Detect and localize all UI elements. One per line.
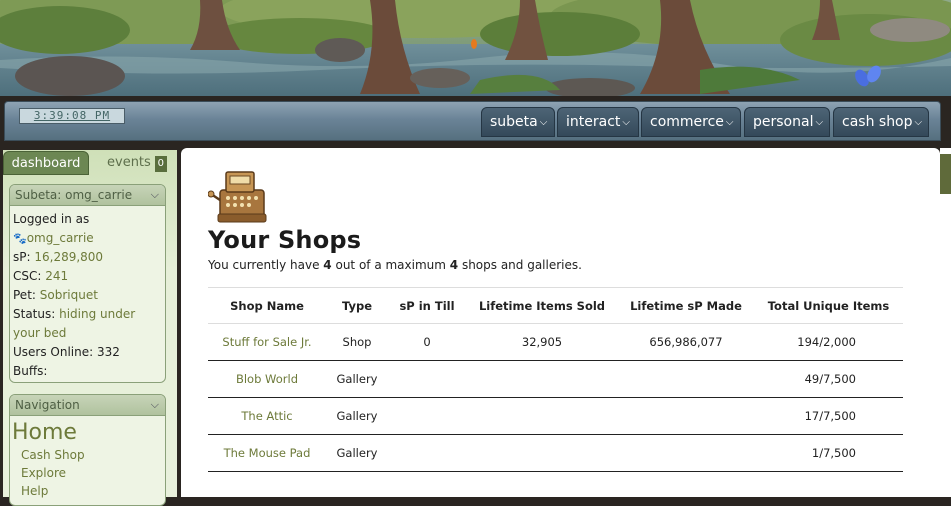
tab-events-label: events bbox=[107, 155, 151, 170]
menu-interact-label: interact bbox=[566, 114, 621, 130]
shops-table: Shop Name Type sP in Till Lifetime Items… bbox=[208, 287, 903, 472]
column-header-total-unique-items: Total Unique Items bbox=[754, 287, 903, 324]
total-unique-items: 49/7,500 bbox=[754, 360, 903, 398]
nav-link-cash-shop[interactable]: Cash Shop bbox=[10, 446, 165, 464]
pet-link[interactable]: Sobriquet bbox=[40, 288, 98, 302]
chevron-down-icon[interactable]: ⌵ bbox=[151, 395, 159, 415]
pet-label: Pet: bbox=[13, 288, 36, 302]
chevron-down-icon: ⌵ bbox=[914, 117, 923, 128]
summary-prefix: You currently have bbox=[208, 258, 324, 272]
menu-cash-shop-label: cash shop bbox=[842, 114, 913, 130]
nav-link-help[interactable]: Help bbox=[10, 482, 165, 500]
main-content: Your Shops You currently have 4 out of a… bbox=[181, 148, 940, 497]
table-row: The Mouse Pad Gallery 1/7,500 bbox=[208, 434, 903, 472]
table-row: Stuff for Sale Jr. Shop 0 32,905 656,986… bbox=[208, 323, 903, 361]
header-banner bbox=[0, 0, 951, 96]
top-navigation-bar: 3:39:08 PM subeta ⌵ interact ⌵ commerce ⌵ p… bbox=[4, 101, 941, 141]
menu-personal-label: personal bbox=[753, 114, 814, 130]
lifetime-sp-made: 656,986,077 bbox=[618, 323, 754, 361]
table-row: Blob World Gallery 49/7,500 bbox=[208, 360, 903, 398]
user-panel-header[interactable]: Subeta: omg_carrie ⌵ bbox=[10, 185, 165, 206]
total-unique-items: 194/2,000 bbox=[754, 323, 903, 361]
sidebar: dashboard events 0 Subeta: omg_carrie ⌵ L… bbox=[3, 150, 177, 506]
logged-in-label: Logged in as bbox=[13, 212, 90, 226]
lifetime-items-sold bbox=[466, 360, 618, 398]
sp-label: sP: bbox=[13, 250, 31, 264]
chevron-down-icon: ⌵ bbox=[539, 117, 548, 128]
lifetime-sp-made bbox=[618, 360, 754, 398]
csc-value[interactable]: 241 bbox=[45, 269, 68, 283]
username-link[interactable]: omg_carrie bbox=[27, 231, 94, 245]
summary-suffix: shops and galleries. bbox=[458, 258, 582, 272]
menu-cash-shop[interactable]: cash shop ⌵ bbox=[833, 107, 929, 137]
clock-display: 3:39:08 PM bbox=[19, 108, 125, 124]
shop-type: Shop bbox=[326, 323, 388, 361]
chevron-down-icon: ⌵ bbox=[725, 117, 734, 128]
user-panel-title: Subeta: omg_carrie bbox=[15, 188, 133, 202]
tab-dashboard[interactable]: dashboard bbox=[3, 151, 89, 175]
sp-in-till bbox=[388, 360, 466, 398]
shop-name-link[interactable]: The Mouse Pad bbox=[208, 434, 326, 472]
column-header-lifetime-sp-made: Lifetime sP Made bbox=[618, 287, 754, 324]
user-panel: Subeta: omg_carrie ⌵ Logged in as 🐾omg_c… bbox=[9, 184, 166, 383]
menu-personal[interactable]: personal ⌵ bbox=[744, 107, 830, 137]
tab-events[interactable]: events 0 bbox=[107, 151, 177, 175]
current-shop-count: 4 bbox=[323, 258, 332, 272]
lifetime-sp-made bbox=[618, 397, 754, 435]
lifetime-items-sold bbox=[466, 434, 618, 472]
shop-count-summary: You currently have 4 out of a maximum 4 … bbox=[208, 258, 582, 272]
lifetime-items-sold bbox=[466, 397, 618, 435]
nav-link-explore[interactable]: Explore bbox=[10, 464, 165, 482]
column-header-lifetime-items-sold: Lifetime Items Sold bbox=[466, 287, 618, 324]
menu-commerce-label: commerce bbox=[650, 114, 724, 130]
csc-label: CSC: bbox=[13, 269, 42, 283]
shop-type: Gallery bbox=[326, 434, 388, 472]
maximum-shop-count: 4 bbox=[449, 258, 459, 272]
paw-icon: 🐾 bbox=[13, 232, 27, 245]
column-header-sp-in-till: sP in Till bbox=[388, 287, 466, 324]
cash-register-icon bbox=[208, 171, 267, 223]
chevron-down-icon: ⌵ bbox=[622, 117, 630, 128]
menu-subeta-label: subeta bbox=[490, 114, 538, 130]
navigation-panel-header[interactable]: Navigation ⌵ bbox=[10, 395, 165, 416]
table-header-row: Shop Name Type sP in Till Lifetime Items… bbox=[208, 287, 903, 324]
users-online-value: 332 bbox=[97, 345, 120, 359]
summary-middle: out of a maximum bbox=[331, 258, 450, 272]
nav-home-link[interactable]: Home bbox=[10, 420, 165, 446]
page-edge-strip bbox=[940, 148, 951, 497]
shop-name-link[interactable]: Stuff for Sale Jr. bbox=[208, 323, 326, 361]
column-header-type: Type bbox=[326, 287, 388, 324]
chevron-down-icon[interactable]: ⌵ bbox=[151, 185, 159, 205]
shop-type: Gallery bbox=[326, 397, 388, 435]
page-title: Your Shops bbox=[208, 226, 362, 254]
lifetime-items-sold: 32,905 bbox=[466, 323, 618, 361]
menu-subeta[interactable]: subeta ⌵ bbox=[481, 107, 555, 137]
users-online-label: Users Online: bbox=[13, 345, 94, 359]
column-header-shop-name: Shop Name bbox=[208, 287, 326, 324]
sp-in-till bbox=[388, 434, 466, 472]
sp-in-till bbox=[388, 397, 466, 435]
total-unique-items: 1/7,500 bbox=[754, 434, 903, 472]
menu-interact[interactable]: interact ⌵ bbox=[557, 107, 639, 137]
buffs-label: Buffs: bbox=[13, 364, 48, 378]
shop-name-link[interactable]: The Attic bbox=[208, 397, 326, 435]
shop-type: Gallery bbox=[326, 360, 388, 398]
total-unique-items: 17/7,500 bbox=[754, 397, 903, 435]
sp-value[interactable]: 16,289,800 bbox=[34, 250, 103, 264]
events-count-badge: 0 bbox=[154, 156, 167, 172]
sp-in-till: 0 bbox=[388, 323, 466, 361]
lifetime-sp-made bbox=[618, 434, 754, 472]
navigation-panel-title: Navigation bbox=[15, 398, 80, 412]
chevron-down-icon: ⌵ bbox=[815, 117, 824, 128]
menu-commerce[interactable]: commerce ⌵ bbox=[641, 107, 741, 137]
table-row: The Attic Gallery 17/7,500 bbox=[208, 397, 903, 435]
status-label: Status: bbox=[13, 307, 56, 321]
shop-name-link[interactable]: Blob World bbox=[208, 360, 326, 398]
scroll-indicator bbox=[940, 154, 951, 194]
navigation-panel: Navigation ⌵ Home Cash Shop Explore Help bbox=[9, 394, 166, 506]
